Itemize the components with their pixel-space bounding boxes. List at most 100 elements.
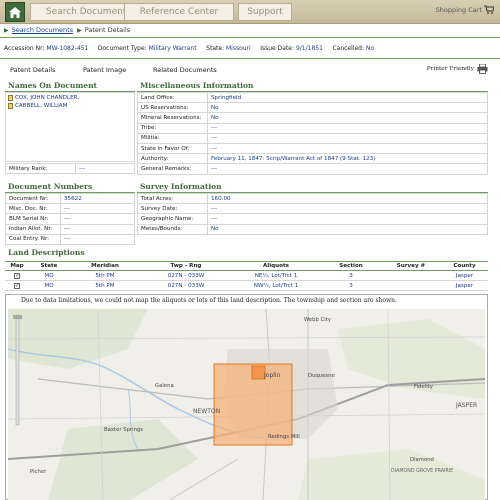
tab-patent-details[interactable]: Patent Details (10, 66, 55, 74)
document-icon (8, 103, 13, 109)
patent-meta: Accession Nr: MW-1082-451 Document Type:… (4, 45, 374, 52)
cancelled-value: No (365, 45, 375, 52)
tab-patent-image[interactable]: Patent Image (83, 66, 126, 74)
name-text: CABBELL, WILLIAM (15, 103, 68, 109)
names-list: COX, JOHN CHANDLER, CABBELL, WILLIAM (5, 92, 135, 162)
state-label: State: (206, 45, 225, 52)
geographic-name-value: --- (207, 213, 488, 225)
table-row: ✓ MO 5th PM 027N - 033W NW¼, Lot/Trct 1 … (5, 280, 488, 291)
doctype-value: Military Warrant (148, 45, 197, 52)
map-panel: Due to data limitations, we could not ma… (5, 294, 488, 500)
survey-cell (381, 270, 441, 281)
breadcrumb: ▶ Search Documents ▶ Patent Details (4, 26, 130, 34)
map-label: Baxter Springs (104, 427, 144, 433)
general-remarks-label: General Remarks: (137, 163, 208, 175)
breadcrumb-arrow-icon: ▶ (4, 27, 9, 34)
document-nr-value: 35622 (60, 192, 135, 205)
mineral-reservations-value: No (207, 112, 488, 124)
names-section-title: Names On Document (8, 81, 98, 90)
land-office-value: Springfield (207, 91, 488, 104)
name-item[interactable]: CABBELL, WILLIAM (8, 102, 132, 110)
name-item[interactable]: COX, JOHN CHANDLER, (8, 94, 132, 102)
blm-serial-value: --- (60, 213, 135, 225)
map-checkbox[interactable]: ✓ (5, 280, 29, 291)
map-label: Joplin (264, 372, 281, 379)
authority-value[interactable]: February 11, 1847: Scrip/Warrant Act of … (207, 153, 488, 165)
map-label: Galena (155, 383, 174, 389)
table-row: ✓ MO 5th PM 027N - 033W NE¼, Lot/Trct 1 … (5, 270, 488, 281)
map-label: Fidelity (414, 384, 433, 390)
authority-label: Authority: (137, 153, 208, 165)
top-nav: Search Documents Reference Center Suppor… (0, 0, 500, 24)
accession-label: Accession Nr: (4, 45, 45, 52)
twp-rng-cell: 027N - 033W (141, 280, 231, 291)
printer-icon (477, 64, 488, 74)
map-label: Picher (30, 469, 47, 475)
col-county: County (441, 261, 488, 271)
tribe-label: Tribe: (137, 122, 208, 134)
military-rank-label: Military Rank: (5, 162, 76, 175)
coal-entry-value: --- (60, 233, 135, 245)
mineral-reservations-label: Mineral Reservations: (137, 112, 208, 124)
tab-reference-center[interactable]: Reference Center (124, 3, 234, 21)
twp-rng-cell: 027N - 033W (141, 270, 231, 281)
blm-serial-label: BLM Serial Nr: (5, 213, 61, 225)
misc-doc-nr-value: --- (60, 203, 135, 215)
breadcrumb-search-documents[interactable]: Search Documents (12, 26, 73, 34)
map-label: NEWTON (193, 408, 221, 415)
map-label: Redings Mill (268, 434, 300, 440)
col-section: Section (321, 261, 381, 271)
survey-date-label: Survey Date: (137, 203, 208, 215)
state-in-favor-value: --- (207, 142, 488, 155)
col-aliquots: Aliquots (231, 261, 321, 271)
issue-date-label: Issue Date: (260, 45, 295, 52)
misc-doc-nr-label: Misc. Doc. Nr: (5, 203, 61, 215)
breadcrumb-current: Patent Details (84, 26, 131, 34)
docnums-table: Document Nr: 35622 Misc. Doc. Nr: --- BLM … (5, 192, 135, 245)
militia-value: --- (207, 132, 488, 144)
geographic-name-label: Geographic Name: (137, 213, 208, 225)
map-note: Due to data limitations, we could not ma… (21, 297, 397, 304)
land-office-label: Land Office: (137, 91, 208, 104)
survey-table: Total Acres: 160.00 Survey Date: --- Geogr… (137, 192, 488, 235)
land-section-title: Land Descriptions (8, 248, 85, 257)
shopping-cart-link[interactable]: Shopping Cart (436, 5, 494, 14)
col-meridian: Meridian (69, 261, 141, 271)
breadcrumb-arrow-icon: ▶ (77, 27, 82, 34)
survey-date-value: --- (207, 203, 488, 215)
map-label: DIAMOND GROVE PRAIRIE (391, 469, 454, 474)
state-cell: MO (29, 280, 69, 291)
cancelled-label: Cancelled: (332, 45, 364, 52)
county-cell: Jasper (441, 280, 488, 291)
general-remarks-value: --- (207, 163, 488, 175)
metes-bounds-value: No (207, 223, 488, 235)
aliquots-cell: NE¼, Lot/Trct 1 (231, 270, 321, 281)
tab-support[interactable]: Support (238, 3, 292, 21)
meridian-cell: 5th PM (69, 280, 141, 291)
coal-entry-label: Coal Entry. Nr: (5, 233, 61, 245)
cart-icon (484, 5, 494, 14)
shopping-cart-label: Shopping Cart (435, 5, 482, 14)
map-label: JASPER (456, 402, 478, 409)
issue-date-value: 9/1/1851 (295, 45, 323, 52)
metes-bounds-label: Metes/Bounds: (137, 223, 208, 235)
map-checkbox[interactable]: ✓ (5, 270, 29, 281)
home-button[interactable] (5, 2, 25, 22)
home-icon (9, 6, 21, 18)
survey-cell (381, 280, 441, 291)
total-acres-label: Total Acres: (137, 192, 208, 205)
survey-section-title: Survey Information (140, 182, 222, 191)
document-icon (8, 95, 13, 101)
map-label: Diamond (410, 457, 434, 463)
indian-allot-value: --- (60, 223, 135, 235)
printer-friendly-label: Printer Friendly (426, 66, 474, 72)
docnums-section-title: Document Numbers (8, 182, 93, 191)
printer-friendly-link[interactable]: Printer Friendly (427, 64, 488, 74)
name-text: COX, JOHN CHANDLER, (15, 95, 80, 101)
accession-value: MW-1082-451 (46, 45, 89, 52)
tab-related-documents[interactable]: Related Documents (153, 66, 217, 74)
land-map[interactable]: Webb City Joplin Duquesne Galena NEWTON … (8, 309, 485, 500)
tribe-value: --- (207, 122, 488, 134)
document-nr-label: Document Nr: (5, 192, 61, 205)
misc-table: Land Office: Springfield US Reservations:… (137, 91, 488, 175)
